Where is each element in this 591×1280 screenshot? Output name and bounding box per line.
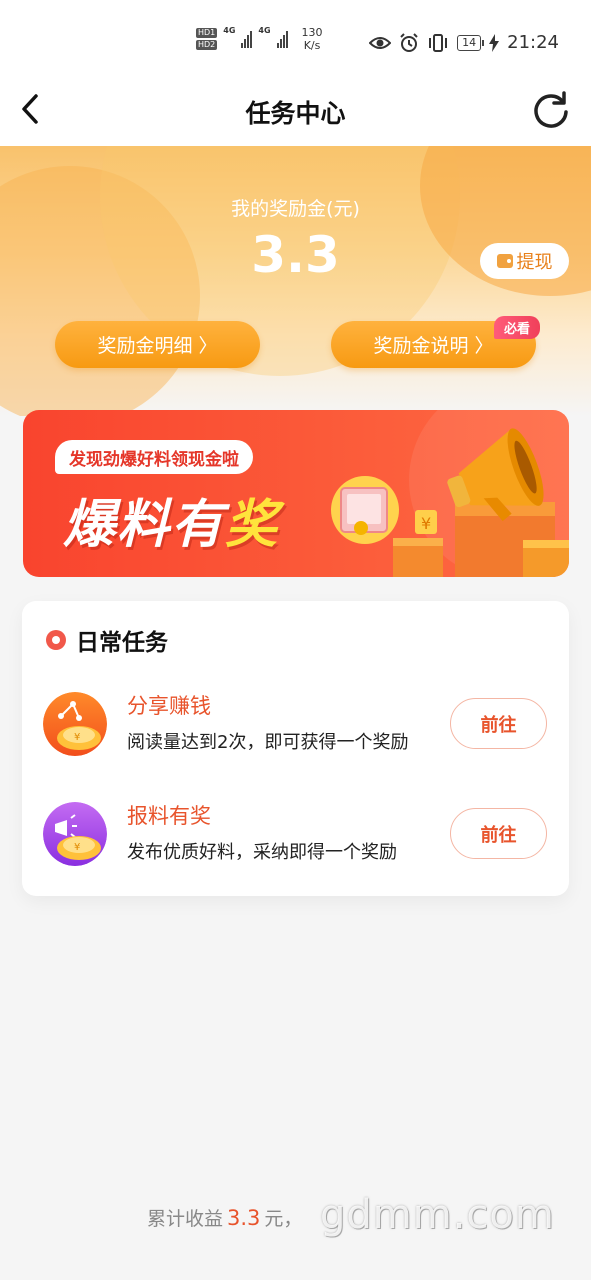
task-description: 阅读量达到2次，即可获得一个奖励 (127, 732, 409, 753)
network-type-1: 4G (223, 26, 236, 35)
go-button-report[interactable]: 前往 (450, 808, 547, 859)
task-name: 分享赚钱 (127, 694, 211, 718)
svg-text:¥: ¥ (421, 514, 431, 533)
status-bar-right: 14 21:24 (369, 32, 559, 53)
task-row-share: ¥ 分享赚钱 阅读量达到2次，即可获得一个奖励 前往 (22, 690, 569, 762)
hd1-badge: HD1 (196, 28, 218, 38)
clock-time: 21:24 (507, 32, 559, 53)
network-type-2: 4G (258, 26, 271, 35)
signal-icon-2 (276, 30, 288, 48)
task-description: 发布优质好料，采纳即得一个奖励 (127, 842, 397, 863)
megaphone-coin-icon: ¥ (43, 802, 107, 866)
daily-tasks-header: 日常任务 (46, 623, 168, 657)
daily-tasks-card: 日常任务 ¥ 分享赚钱 阅读量达到2次，即可获得一个奖励 前往 ¥ 报料有奖 发… (22, 601, 569, 896)
wallet-icon (496, 254, 513, 268)
svg-text:¥: ¥ (74, 732, 80, 743)
megaphone-illustration: ¥ (331, 428, 569, 577)
banner-title-text: 爆料有 (63, 495, 226, 555)
section-dot-icon (46, 630, 66, 650)
network-speed-unit: K/s (303, 39, 321, 52)
report-reward-banner[interactable]: 发现劲爆好料领现金啦 爆料有奖 ¥ (23, 410, 569, 577)
signal-icon-1 (241, 30, 253, 48)
hd-badges: HD1 HD2 (196, 28, 218, 50)
reward-detail-button[interactable]: 奖励金明细 〉 (55, 321, 260, 368)
status-bar-left: HD1 HD2 4G 4G 130 K/s (196, 26, 323, 52)
hd2-badge: HD2 (196, 40, 218, 50)
vibrate-icon (429, 33, 448, 52)
earnings-amount: 3.3 (227, 1206, 261, 1230)
daily-tasks-title: 日常任务 (76, 630, 168, 656)
share-coin-icon: ¥ (43, 692, 107, 756)
must-read-badge: 必看 (494, 316, 540, 339)
network-speed: 130 K/s (302, 26, 323, 52)
svg-text:¥: ¥ (74, 842, 80, 853)
withdraw-label: 提现 (516, 252, 553, 273)
withdraw-button[interactable]: 提现 (480, 243, 569, 279)
go-button-share[interactable]: 前往 (450, 698, 547, 749)
charging-icon (489, 33, 500, 52)
nav-bar: 任务中心 (0, 80, 591, 146)
wallet-header: 我的奖励金(元) 3.3 提现 奖励金明细 〉 奖励金说明 〉 必看 (0, 146, 591, 416)
earnings-suffix: 元， (264, 1208, 303, 1230)
page-title: 任务中心 (245, 99, 346, 128)
reward-label: 我的奖励金(元) (231, 198, 360, 220)
refresh-button[interactable] (531, 90, 571, 130)
task-name: 报料有奖 (127, 804, 211, 828)
cash-bundle-icon (331, 476, 399, 544)
status-bar: HD1 HD2 4G 4G 130 K/s 14 21:24 (0, 0, 591, 80)
eye-icon (369, 36, 392, 49)
alarm-icon (400, 32, 418, 52)
network-speed-value: 130 (301, 26, 323, 39)
earnings-prefix: 累计收益 (147, 1208, 224, 1230)
banner-title: 爆料有奖 (63, 482, 279, 557)
site-watermark: gdmm.com (320, 1192, 555, 1238)
banner-bubble: 发现劲爆好料领现金啦 (55, 440, 253, 474)
battery-icon: 14 (457, 34, 485, 51)
banner-title-highlight: 奖 (225, 495, 280, 555)
cumulative-earnings: 累计收益 3.3 元， (147, 1204, 302, 1231)
reward-detail-label: 奖励金明细 〉 (97, 335, 218, 357)
task-row-report: ¥ 报料有奖 发布优质好料，采纳即得一个奖励 前往 (22, 800, 569, 872)
reward-explain-label: 奖励金说明 〉 (373, 335, 494, 357)
